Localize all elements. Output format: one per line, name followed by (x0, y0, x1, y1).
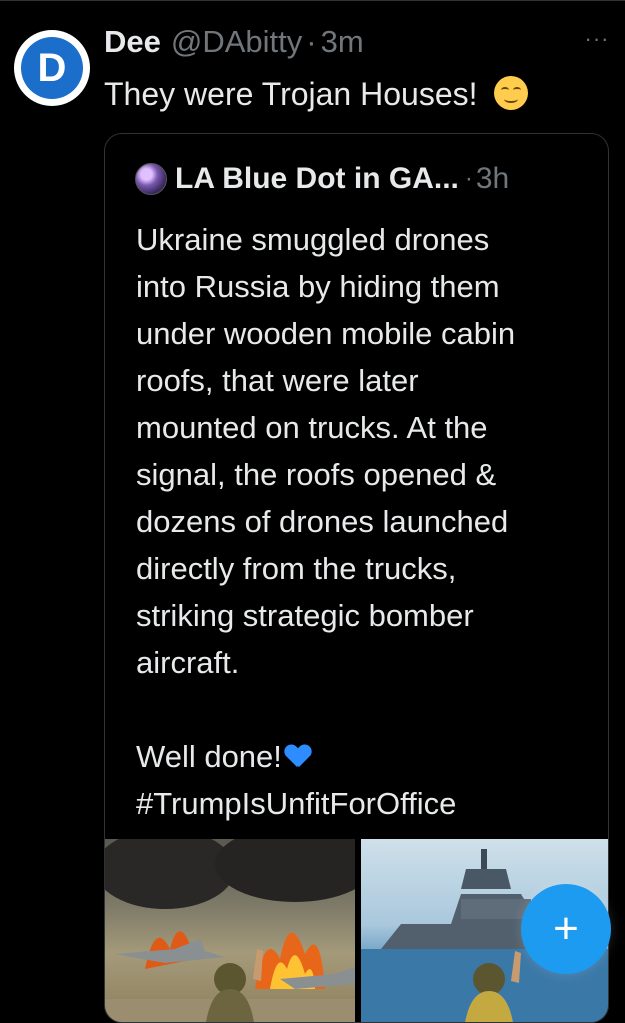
quoted-text-line: under wooden mobile cabin (136, 316, 516, 351)
compose-button[interactable]: + (521, 884, 611, 974)
avatar-letter: D (21, 37, 83, 99)
quoted-text-line: aircraft. (136, 645, 240, 680)
quoted-tweet-card[interactable]: LA Blue Dot in GA... · 3h Ukraine smuggl… (104, 133, 609, 1023)
tweet-time[interactable]: 3m (321, 24, 364, 60)
quoted-text-line: directly from the trucks, (136, 551, 457, 586)
quoted-text-line: into Russia by hiding them (136, 269, 500, 304)
quoted-text-line: striking strategic bomber (136, 598, 474, 633)
hashtag-link[interactable]: #TrumpIsUnfitForOffice (136, 780, 596, 827)
smiling-face-icon (494, 76, 529, 110)
quoted-author-avatar (135, 163, 167, 195)
closing-line: Well done! (136, 733, 596, 780)
blue-heart-icon (285, 745, 311, 769)
airfield-fire-illustration (105, 839, 355, 1022)
quoted-tweet-text: Ukraine smuggled drones into Russia by h… (136, 216, 596, 827)
author-avatar[interactable]: D (14, 30, 90, 106)
separator-dot: · (306, 24, 317, 59)
quoted-text-line: dozens of drones launched (136, 504, 509, 539)
more-options-icon[interactable]: ··· (580, 26, 614, 51)
quoted-tweet-header: LA Blue Dot in GA... · 3h (135, 162, 509, 196)
quoted-text-line: signal, the roofs opened & (136, 457, 497, 492)
quoted-text-line: roofs, that were later (136, 363, 419, 398)
quoted-author-name: LA Blue Dot in GA... (175, 162, 459, 195)
media-image-airfield-fire[interactable] (105, 839, 355, 1022)
quoted-tweet-time: 3h (475, 162, 510, 195)
quoted-text-line: Ukraine smuggled drones (136, 222, 490, 257)
quoted-text-line: mounted on trucks. At the (136, 410, 488, 445)
author-name[interactable]: Dee (104, 24, 161, 60)
separator-dot: · (464, 165, 473, 192)
closing-text: Well done! (136, 739, 282, 774)
tweet-text: They were Trojan Houses! (104, 76, 529, 113)
tweet-text-content: They were Trojan Houses! (104, 76, 478, 112)
top-divider (0, 0, 625, 1)
tweet-header: Dee @DAbitty · 3m (104, 24, 364, 64)
author-handle[interactable]: @DAbitty (171, 24, 302, 60)
